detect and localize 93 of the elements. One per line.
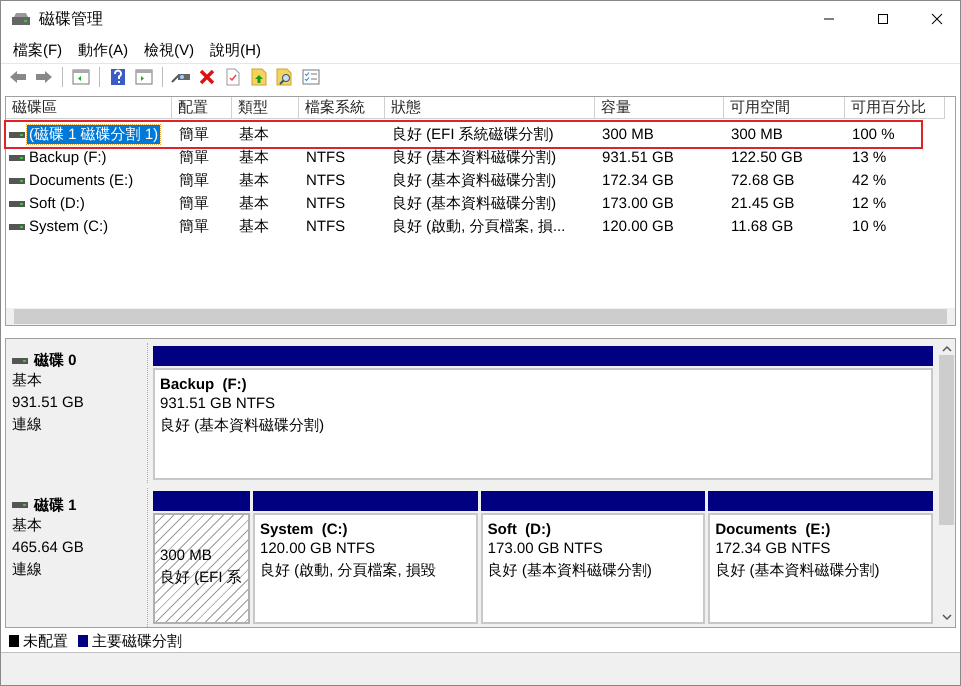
table-cell-text: 良好 (基本資料磁碟分割) xyxy=(391,171,558,190)
volume-icon xyxy=(9,200,25,208)
table-cell-text: 基本 xyxy=(238,194,270,213)
partition-size: 173.00 GB NTFS xyxy=(488,538,604,558)
column-header[interactable]: 類型 xyxy=(232,97,299,119)
table-cell-text: NTFS xyxy=(305,218,346,235)
table-cell-text: 72.68 GB xyxy=(730,172,796,189)
table-cell-text: 122.50 GB xyxy=(730,149,804,166)
table-cell-text: 簡單 xyxy=(178,171,210,190)
column-header[interactable]: 狀態 xyxy=(385,97,595,119)
table-cell-text: NTFS xyxy=(305,149,346,166)
menu-item[interactable]: 檢視(V) xyxy=(136,40,202,60)
table-cell-text: 42 % xyxy=(851,172,888,189)
menu-item[interactable]: 說明(H) xyxy=(202,40,269,60)
table-cell-text: 良好 (啟動, 分頁檔案, 損... xyxy=(391,217,566,236)
table-cell-text: 13 % xyxy=(851,149,888,166)
partition-title: System (C:) xyxy=(260,520,349,538)
partition-status: 良好 (基本資料磁碟分割) xyxy=(160,416,326,436)
volume-row[interactable]: Soft (D:) 簡單 基本 NTFS 良好 (基本資料磁碟分割) 173.00 GB 21.45 GB 12 % xyxy=(7,192,920,215)
menu-item[interactable]: 動作(A) xyxy=(70,40,136,60)
volume-icon xyxy=(9,222,25,230)
table-cell-text: 良好 (基本資料磁碟分割) xyxy=(391,148,558,167)
volume-icon xyxy=(9,176,25,184)
volume-name: Soft (D:) xyxy=(28,195,86,212)
legend-label: 未配置 xyxy=(23,632,68,650)
close-icon xyxy=(931,13,943,25)
volume-name: System (C:) xyxy=(28,218,110,235)
partition-size: 300 MB xyxy=(160,546,213,566)
partition-status: 良好 (EFI 系 xyxy=(160,568,243,588)
table-cell-text: 100 % xyxy=(851,126,896,143)
scroll-up-icon[interactable] xyxy=(942,345,952,353)
partition-size: 931.51 GB NTFS xyxy=(160,394,276,414)
table-cell-text: 簡單 xyxy=(178,194,210,213)
column-header[interactable]: 檔案系統 xyxy=(299,97,385,119)
disk-management-icon xyxy=(11,11,31,27)
table-cell-text: 173.00 GB xyxy=(601,195,675,212)
table-cell-text: NTFS xyxy=(305,172,346,189)
disk-type: 基本 xyxy=(12,516,43,536)
disk-name: 磁碟 0 xyxy=(34,351,77,370)
partition-size: 172.34 GB NTFS xyxy=(715,538,832,558)
table-cell-text: 11.68 GB xyxy=(730,218,794,235)
table-cell-text: 300 MB xyxy=(730,126,784,143)
legend-label: 主要磁碟分割 xyxy=(92,632,182,650)
table-cell-text: 10 % xyxy=(851,218,888,235)
column-header[interactable]: 可用百分比 xyxy=(845,97,945,119)
volume-row[interactable]: System (C:) 簡單 基本 NTFS 良好 (啟動, 分頁檔案, 損... 120.00 GB 11.68 GB 10 % xyxy=(7,215,920,238)
partition-status: 良好 (啟動, 分頁檔案, 損毀 xyxy=(260,560,437,580)
volume-name: Backup (F:) xyxy=(28,149,108,166)
table-cell-text: 12 % xyxy=(851,195,888,212)
volume-row[interactable]: Backup (F:) 簡單 基本 NTFS 良好 (基本資料磁碟分割) 931.51 GB 122.50 GB 13 % xyxy=(7,146,920,169)
table-cell-text: 21.45 GB xyxy=(730,195,796,212)
disk-name: 磁碟 1 xyxy=(34,496,77,514)
table-cell-text: 基本 xyxy=(238,171,270,190)
partition-status: 良好 (基本資料磁碟分割) xyxy=(488,560,653,580)
table-cell-text: 簡單 xyxy=(178,217,210,236)
column-header[interactable]: 可用空間 xyxy=(724,97,845,119)
table-cell-text: 931.51 GB xyxy=(601,149,675,166)
table-cell-text: NTFS xyxy=(305,195,346,212)
volume-row[interactable]: (磁碟 1 磁碟分割 1) 簡單 基本 良好 (EFI 系統磁碟分割) 300 MB 300 MB 100 % xyxy=(7,123,920,146)
column-header[interactable]: 容量 xyxy=(595,97,724,119)
scrollbar-thumb[interactable] xyxy=(939,355,954,525)
volume-name: Documents (E:) xyxy=(28,172,134,189)
column-header[interactable]: 磁碟區 xyxy=(6,97,172,119)
column-header[interactable]: 配置 xyxy=(172,97,232,119)
disk-type: 基本 xyxy=(12,371,43,391)
partition-title: Backup (F:) xyxy=(160,376,248,393)
table-cell-text: 簡單 xyxy=(178,125,210,144)
menu-item[interactable]: 檔案(F) xyxy=(5,40,70,60)
disk-status: 連線 xyxy=(12,560,43,580)
table-cell-text: 300 MB xyxy=(601,126,655,143)
volume-name: (磁碟 1 磁碟分割 1) xyxy=(27,125,160,144)
volume-icon xyxy=(9,154,25,162)
partition-status: 良好 (基本資料磁碟分割) xyxy=(715,560,881,580)
disk-size: 465.64 GB xyxy=(12,538,85,558)
window-title: 磁碟管理 xyxy=(39,10,104,30)
table-cell-text: 基本 xyxy=(238,217,270,236)
scrollbar-thumb[interactable] xyxy=(14,309,947,324)
partition-title: Soft (D:) xyxy=(488,520,552,538)
disk-size: 931.51 GB xyxy=(12,393,85,413)
scroll-down-icon[interactable] xyxy=(942,613,952,621)
table-cell-text: 良好 (基本資料磁碟分割) xyxy=(391,194,558,213)
table-cell-text: 172.34 GB xyxy=(601,172,675,189)
table-cell-text: 120.00 GB xyxy=(601,218,675,235)
table-cell-text: 簡單 xyxy=(178,148,210,167)
table-cell-text: 基本 xyxy=(238,148,270,167)
volume-row[interactable]: Documents (E:) 簡單 基本 NTFS 良好 (基本資料磁碟分割) 172.34 GB 72.68 GB 42 % xyxy=(7,169,920,192)
partition-size: 120.00 GB NTFS xyxy=(260,538,376,558)
table-cell-text: 良好 (EFI 系統磁碟分割) xyxy=(391,125,555,144)
maximize-icon xyxy=(877,13,889,25)
disk-status: 連線 xyxy=(12,415,43,435)
partition-title: Documents (E:) xyxy=(715,520,832,538)
volume-icon xyxy=(9,130,25,138)
table-cell-text: 基本 xyxy=(238,125,270,144)
